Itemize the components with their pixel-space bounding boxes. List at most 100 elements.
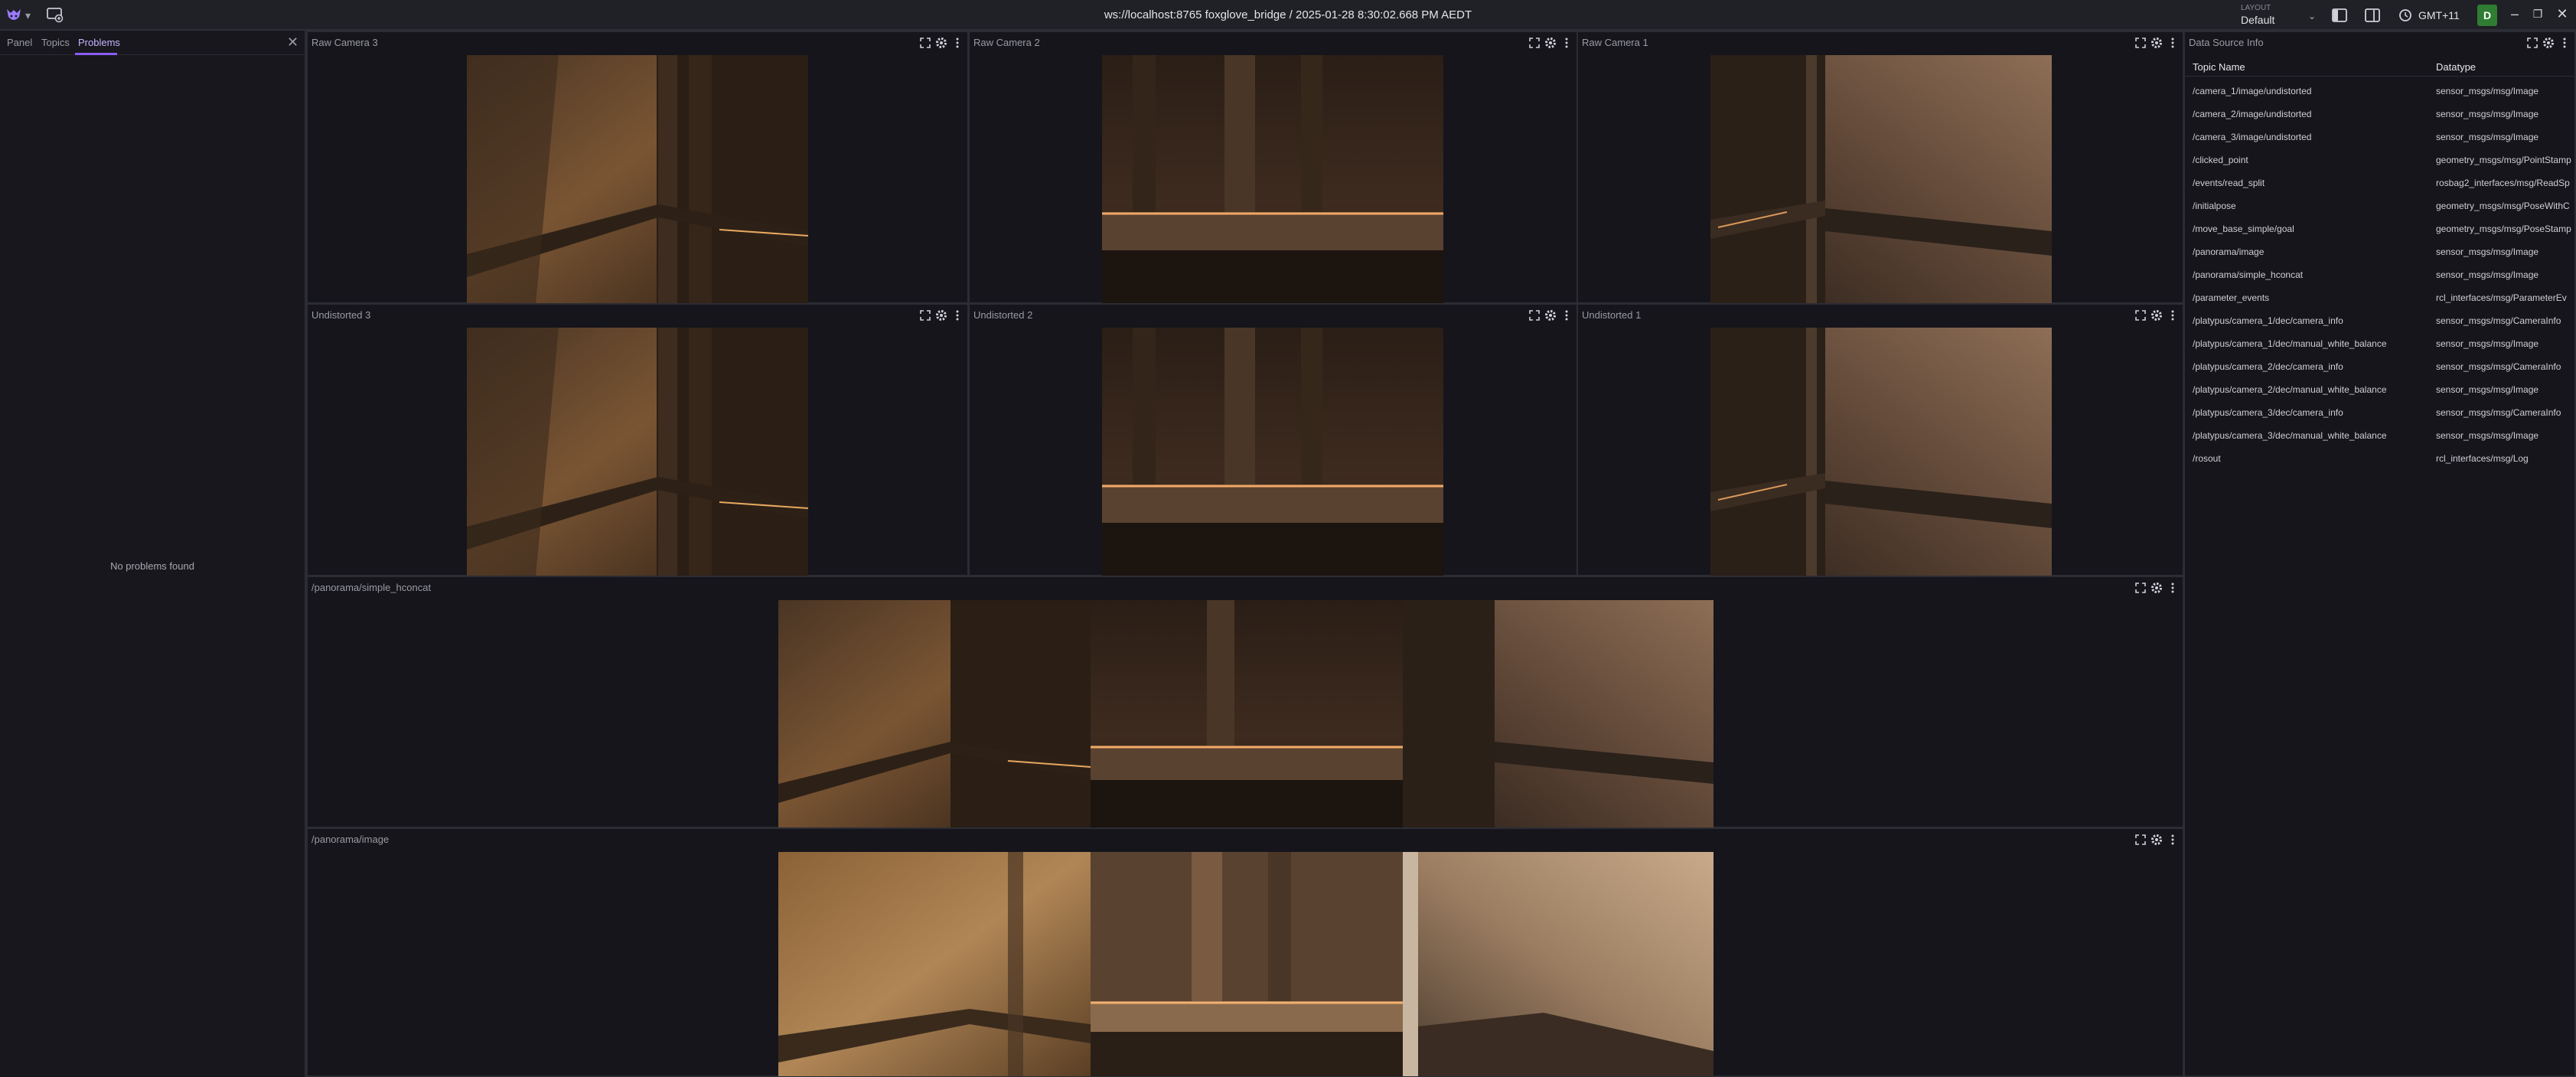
fullscreen-icon[interactable] bbox=[2134, 36, 2147, 50]
table-row[interactable]: /panorama/simple_hconcat sensor_msgs/msg/… bbox=[2185, 263, 2574, 286]
topic-name-cell: /rosout bbox=[2193, 453, 2221, 464]
tab-panel[interactable]: Panel bbox=[7, 37, 32, 48]
minimize-icon[interactable]: – bbox=[2506, 5, 2524, 23]
topic-name-cell: /platypus/camera_3/dec/manual_white_bala… bbox=[2193, 430, 2387, 441]
right-sidebar-toggle-icon[interactable] bbox=[2364, 7, 2381, 24]
settings-gear-icon[interactable] bbox=[934, 308, 948, 322]
datatype-cell: rosbag2_interfaces/msg/ReadSp bbox=[2436, 178, 2570, 188]
settings-gear-icon[interactable] bbox=[2150, 581, 2164, 595]
panel-panorama-image[interactable]: /panorama/image bbox=[306, 827, 2184, 1077]
globe-clock-icon bbox=[2399, 9, 2411, 21]
panel-title: Undistorted 2 bbox=[973, 309, 1033, 321]
panel-undistorted-2[interactable]: Undistorted 2 bbox=[968, 303, 1578, 576]
settings-gear-icon[interactable] bbox=[2150, 308, 2164, 322]
panel-header: Raw Camera 2 bbox=[970, 32, 1577, 54]
tab-topics[interactable]: Topics bbox=[41, 37, 70, 48]
table-row[interactable]: /move_base_simple/goal geometry_msgs/msg/… bbox=[2185, 217, 2574, 240]
panel-undistorted-1[interactable]: Undistorted 1 bbox=[1577, 303, 2184, 576]
table-row[interactable]: /clicked_point geometry_msgs/msg/PointSta… bbox=[2185, 148, 2574, 171]
topic-name-cell: /initialpose bbox=[2193, 201, 2236, 211]
fullscreen-icon[interactable] bbox=[2134, 581, 2147, 595]
table-row[interactable]: /parameter_events rcl_interfaces/msg/Para… bbox=[2185, 286, 2574, 309]
settings-gear-icon[interactable] bbox=[2150, 36, 2164, 50]
topic-name-cell: /camera_2/image/undistorted bbox=[2193, 109, 2312, 119]
topic-name-cell: /platypus/camera_1/dec/camera_info bbox=[2193, 315, 2343, 326]
datatype-cell: sensor_msgs/msg/Image bbox=[2436, 86, 2539, 96]
fullscreen-icon[interactable] bbox=[2525, 36, 2539, 50]
table-row[interactable]: /camera_3/image/undistorted sensor_msgs/m… bbox=[2185, 126, 2574, 148]
datatype-cell: sensor_msgs/msg/Image bbox=[2436, 338, 2539, 349]
panel-data-source-info[interactable]: Data Source Info Topic Name Datatype /ca… bbox=[2183, 31, 2576, 1077]
panorama-image bbox=[778, 852, 1714, 1076]
panel-header: Raw Camera 3 bbox=[308, 32, 967, 54]
more-vertical-icon[interactable] bbox=[951, 308, 964, 322]
tab-problems[interactable]: Problems bbox=[78, 37, 120, 48]
fullscreen-icon[interactable] bbox=[2134, 833, 2147, 847]
fullscreen-icon[interactable] bbox=[1528, 36, 1541, 50]
table-row[interactable]: /panorama/image sensor_msgs/msg/Image bbox=[2185, 240, 2574, 263]
fullscreen-icon[interactable] bbox=[918, 36, 932, 50]
table-row[interactable]: /events/read_split rosbag2_interfaces/msg… bbox=[2185, 171, 2574, 194]
more-vertical-icon[interactable] bbox=[2166, 36, 2180, 50]
close-window-icon[interactable]: ✕ bbox=[2553, 5, 2571, 23]
layout-selector[interactable]: LAYOUT Default ⌄ bbox=[2235, 2, 2319, 28]
table-row[interactable]: /camera_2/image/undistorted sensor_msgs/m… bbox=[2185, 103, 2574, 126]
topic-name-cell: /platypus/camera_2/dec/manual_white_bala… bbox=[2193, 384, 2387, 395]
panel-header: Undistorted 3 bbox=[308, 305, 967, 326]
more-vertical-icon[interactable] bbox=[951, 36, 964, 50]
left-sidebar-toggle-icon[interactable] bbox=[2331, 7, 2348, 24]
panel-undistorted-3[interactable]: Undistorted 3 bbox=[306, 303, 969, 576]
table-row[interactable]: /platypus/camera_2/dec/manual_white_bala… bbox=[2185, 378, 2574, 401]
more-vertical-icon[interactable] bbox=[2166, 833, 2180, 847]
panel-raw-camera-3[interactable]: Raw Camera 3 bbox=[306, 31, 969, 304]
settings-gear-icon[interactable] bbox=[2150, 833, 2164, 847]
datatype-cell: sensor_msgs/msg/CameraInfo bbox=[2436, 407, 2561, 418]
datatype-cell: sensor_msgs/msg/Image bbox=[2436, 132, 2539, 142]
table-row[interactable]: /platypus/camera_3/dec/manual_white_bala… bbox=[2185, 424, 2574, 447]
left-sidebar: Panel Topics Problems ✕ No problems foun… bbox=[0, 31, 306, 1077]
user-avatar[interactable]: D bbox=[2477, 5, 2497, 26]
panel-title: Data Source Info bbox=[2189, 37, 2264, 48]
restore-icon[interactable]: ❐ bbox=[2529, 5, 2547, 23]
settings-gear-icon[interactable] bbox=[2542, 36, 2555, 50]
panel-title: /panorama/image bbox=[311, 834, 390, 845]
settings-gear-icon[interactable] bbox=[1544, 36, 1557, 50]
topic-name-cell: /parameter_events bbox=[2193, 292, 2270, 303]
topic-name-cell: /clicked_point bbox=[2193, 155, 2248, 165]
panorama-image bbox=[778, 600, 1714, 827]
table-row[interactable]: /platypus/camera_2/dec/camera_info sensor… bbox=[2185, 355, 2574, 378]
panel-raw-camera-1[interactable]: Raw Camera 1 bbox=[1577, 31, 2184, 304]
panel-header: Raw Camera 1 bbox=[1578, 32, 2183, 54]
camera-image bbox=[1710, 55, 2052, 304]
settings-gear-icon[interactable] bbox=[934, 36, 948, 50]
datatype-cell: sensor_msgs/msg/Image bbox=[2436, 109, 2539, 119]
table-row[interactable]: /platypus/camera_1/dec/camera_info sensor… bbox=[2185, 309, 2574, 332]
timezone-selector[interactable]: GMT+11 bbox=[2398, 7, 2460, 24]
datatype-cell: sensor_msgs/msg/CameraInfo bbox=[2436, 315, 2561, 326]
close-icon[interactable]: ✕ bbox=[287, 34, 298, 51]
fullscreen-icon[interactable] bbox=[2134, 308, 2147, 322]
more-vertical-icon[interactable] bbox=[2558, 36, 2571, 50]
column-header-datatype: Datatype bbox=[2436, 61, 2477, 73]
table-row[interactable]: /camera_1/image/undistorted sensor_msgs/m… bbox=[2185, 80, 2574, 103]
panel-header: Data Source Info bbox=[2185, 32, 2574, 54]
fullscreen-icon[interactable] bbox=[918, 308, 932, 322]
topic-name-cell: /platypus/camera_1/dec/manual_white_bala… bbox=[2193, 338, 2387, 349]
more-vertical-icon[interactable] bbox=[2166, 308, 2180, 322]
panel-panorama-hconcat[interactable]: /panorama/simple_hconcat bbox=[306, 576, 2184, 828]
table-row[interactable]: /platypus/camera_3/dec/camera_info sensor… bbox=[2185, 401, 2574, 424]
panel-header: Undistorted 2 bbox=[970, 305, 1577, 326]
more-vertical-icon[interactable] bbox=[1560, 308, 1573, 322]
more-vertical-icon[interactable] bbox=[1560, 36, 1573, 50]
layout-value: Default bbox=[2241, 14, 2275, 26]
datatype-cell: geometry_msgs/msg/PointStamp bbox=[2436, 155, 2571, 165]
panel-raw-camera-2[interactable]: Raw Camera 2 bbox=[968, 31, 1578, 304]
settings-gear-icon[interactable] bbox=[1544, 308, 1557, 322]
table-row[interactable]: /rosout rcl_interfaces/msg/Log bbox=[2185, 447, 2574, 470]
datatype-cell: geometry_msgs/msg/PoseWithC bbox=[2436, 201, 2570, 211]
table-row[interactable]: /platypus/camera_1/dec/manual_white_bala… bbox=[2185, 332, 2574, 355]
table-row[interactable]: /initialpose geometry_msgs/msg/PoseWithC bbox=[2185, 194, 2574, 217]
fullscreen-icon[interactable] bbox=[1528, 308, 1541, 322]
topic-name-cell: /panorama/simple_hconcat bbox=[2193, 269, 2304, 280]
more-vertical-icon[interactable] bbox=[2166, 581, 2180, 595]
